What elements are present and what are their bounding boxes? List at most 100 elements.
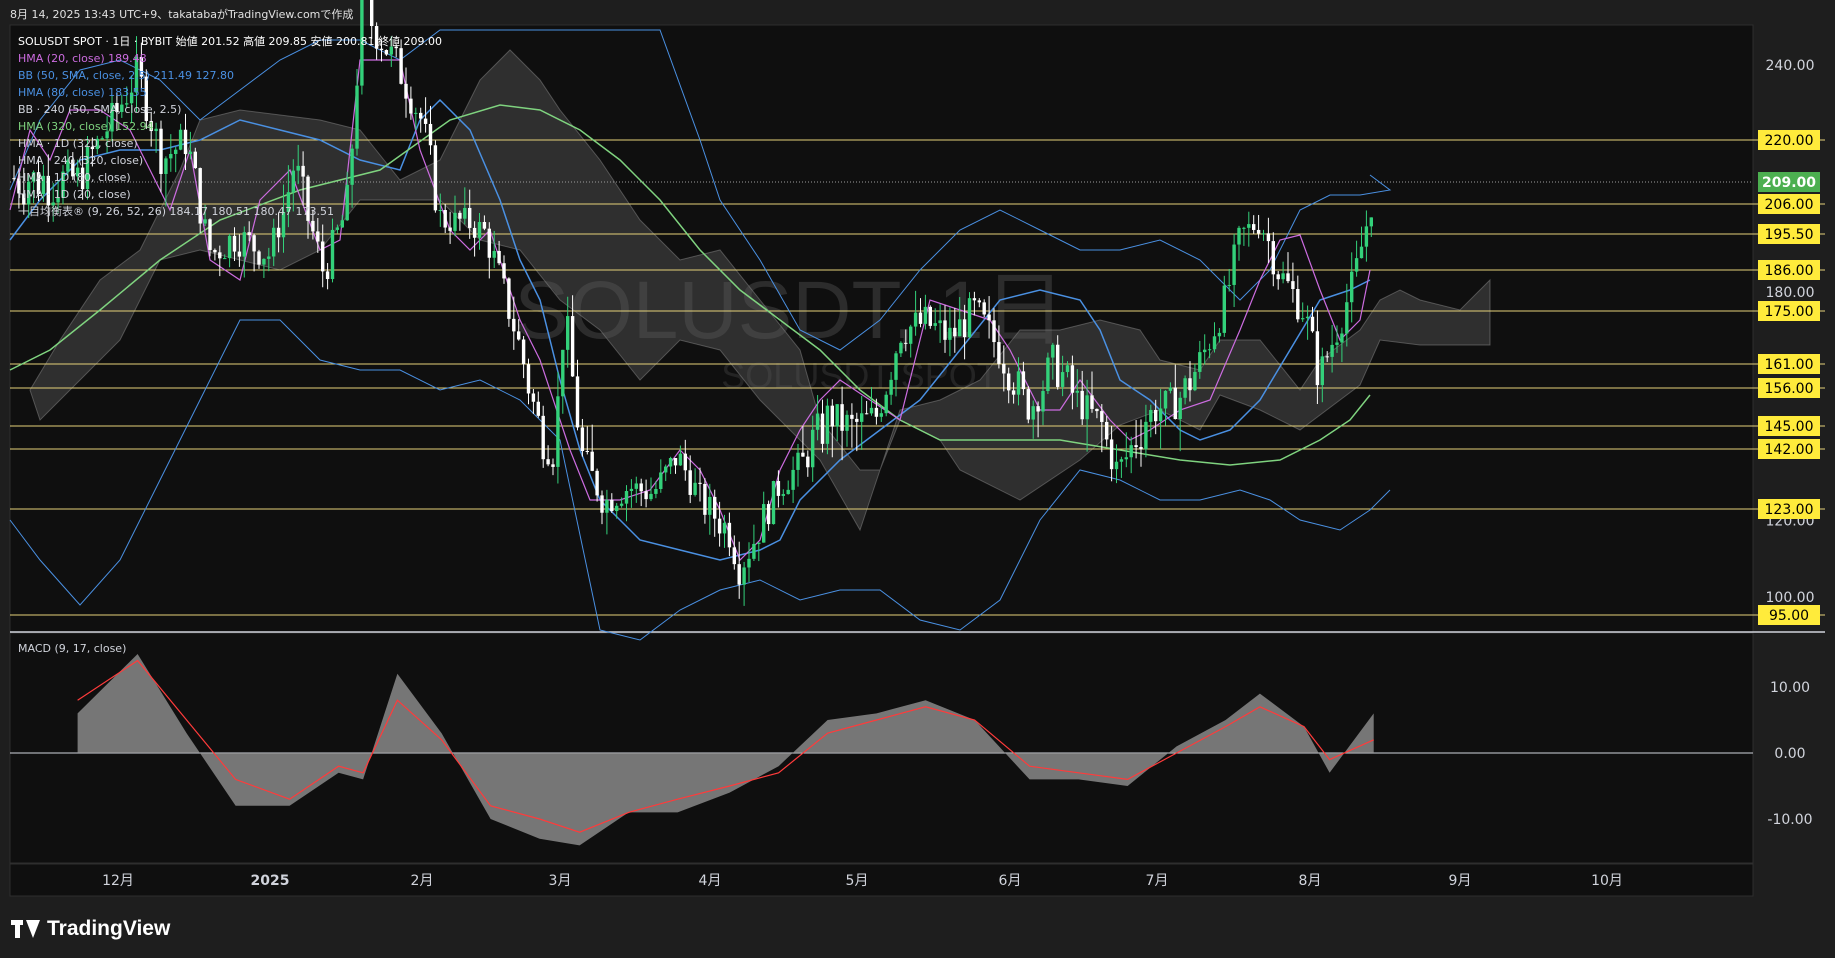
candle-body[interactable] <box>1335 342 1339 345</box>
candle-body[interactable] <box>1085 395 1089 420</box>
candle-body[interactable] <box>791 469 795 490</box>
candle-body[interactable] <box>335 227 340 230</box>
candle-body[interactable] <box>1124 457 1128 460</box>
candle-body[interactable] <box>330 229 335 280</box>
candle-body[interactable] <box>1359 246 1364 259</box>
candle-body[interactable] <box>1007 373 1011 391</box>
candle-body[interactable] <box>556 396 560 467</box>
candle-body[interactable] <box>806 456 810 468</box>
legend-item-9[interactable]: HMA · 1D (20, close) <box>18 188 131 201</box>
candle-body[interactable] <box>1080 390 1084 420</box>
candle-body[interactable] <box>884 394 888 414</box>
candle-body[interactable] <box>801 452 805 457</box>
candle-body[interactable] <box>169 153 173 159</box>
candle-body[interactable] <box>1178 397 1182 420</box>
candle-body[interactable] <box>316 231 320 242</box>
candle-body[interactable] <box>1345 302 1349 334</box>
candle-body[interactable] <box>913 312 918 327</box>
candle-body[interactable] <box>766 504 771 525</box>
candle-body[interactable] <box>551 464 555 467</box>
candle-body[interactable] <box>1222 285 1226 333</box>
candle-body[interactable] <box>688 470 692 495</box>
candle-body[interactable] <box>531 393 536 402</box>
candle-body[interactable] <box>855 418 859 422</box>
candle-body[interactable] <box>1070 365 1075 393</box>
candle-body[interactable] <box>673 458 678 466</box>
candle-body[interactable] <box>1100 411 1104 422</box>
candle-body[interactable] <box>311 220 315 232</box>
candle-body[interactable] <box>757 542 761 544</box>
candle-body[interactable] <box>453 212 457 231</box>
candle-body[interactable] <box>507 278 511 319</box>
candle-body[interactable] <box>1105 421 1109 440</box>
candle-body[interactable] <box>1002 363 1006 374</box>
candle-body[interactable] <box>717 518 722 534</box>
candle-body[interactable] <box>703 483 707 515</box>
candle-body[interactable] <box>1188 378 1192 391</box>
candle-body[interactable] <box>267 256 271 259</box>
candle-body[interactable] <box>639 483 643 492</box>
candle-body[interactable] <box>541 415 545 460</box>
candle-body[interactable] <box>178 129 183 150</box>
candle-body[interactable] <box>982 302 986 315</box>
candle-body[interactable] <box>340 220 344 228</box>
candle-body[interactable] <box>487 228 491 258</box>
candle-body[interactable] <box>1252 224 1256 230</box>
candle-body[interactable] <box>923 306 928 324</box>
candle-body[interactable] <box>967 298 972 338</box>
candle-body[interactable] <box>218 252 222 259</box>
candle-body[interactable] <box>409 98 413 114</box>
candle-body[interactable] <box>1193 371 1197 391</box>
candle-body[interactable] <box>815 413 820 430</box>
candle-body[interactable] <box>1183 378 1187 398</box>
candle-body[interactable] <box>477 222 482 238</box>
candle-body[interactable] <box>835 404 839 427</box>
candle-body[interactable] <box>257 251 261 265</box>
candle-body[interactable] <box>183 129 188 155</box>
candle-body[interactable] <box>428 123 433 146</box>
legend-item-5[interactable]: HMA (320, close) 152.94 <box>18 120 154 133</box>
candle-body[interactable] <box>301 165 305 177</box>
candle-body[interactable] <box>713 496 717 519</box>
candle-body[interactable] <box>659 472 663 489</box>
candle-body[interactable] <box>649 493 653 500</box>
candle-body[interactable] <box>1109 439 1114 470</box>
candle-body[interactable] <box>683 453 687 471</box>
legend-item-8[interactable]: HMA · 1D (80, close) <box>18 171 131 184</box>
candle-body[interactable] <box>1203 349 1207 353</box>
candle-body[interactable] <box>1237 227 1241 245</box>
candle-body[interactable] <box>223 258 227 260</box>
candle-body[interactable] <box>296 165 300 171</box>
candle-body[interactable] <box>1354 258 1359 272</box>
candle-body[interactable] <box>585 451 589 453</box>
candle-body[interactable] <box>193 151 197 169</box>
candle-body[interactable] <box>977 300 981 303</box>
candle-body[interactable] <box>404 83 408 99</box>
candle-body[interactable] <box>536 401 540 416</box>
candle-body[interactable] <box>433 145 438 211</box>
candle-body[interactable] <box>1016 371 1021 395</box>
legend-item-7[interactable]: HMA · 240 (320, close) <box>18 154 143 167</box>
candle-body[interactable] <box>644 491 648 500</box>
candle-body[interactable] <box>879 413 883 417</box>
candle-body[interactable] <box>1296 289 1300 320</box>
candle-body[interactable] <box>1046 357 1050 392</box>
candle-body[interactable] <box>786 489 790 495</box>
candle-body[interactable] <box>325 271 330 280</box>
legend-item-1[interactable]: HMA (20, close) 189.48 <box>18 52 147 65</box>
candle-body[interactable] <box>521 339 526 365</box>
candle-body[interactable] <box>1212 336 1217 350</box>
candle-body[interactable] <box>811 429 815 468</box>
candle-body[interactable] <box>12 178 16 180</box>
candle-body[interactable] <box>370 0 374 27</box>
candle-body[interactable] <box>203 219 207 224</box>
candle-body[interactable] <box>517 331 521 340</box>
candle-body[interactable] <box>1330 344 1334 357</box>
candle-body[interactable] <box>1154 409 1158 422</box>
candle-body[interactable] <box>889 379 893 395</box>
candle-body[interactable] <box>693 482 697 495</box>
candle-body[interactable] <box>869 407 874 414</box>
legend-item-0[interactable]: SOLUSDT SPOT · 1日 · BYBIT 始値 201.52 高値 2… <box>18 34 442 48</box>
candle-body[interactable] <box>154 128 158 132</box>
candle-body[interactable] <box>1227 284 1231 286</box>
